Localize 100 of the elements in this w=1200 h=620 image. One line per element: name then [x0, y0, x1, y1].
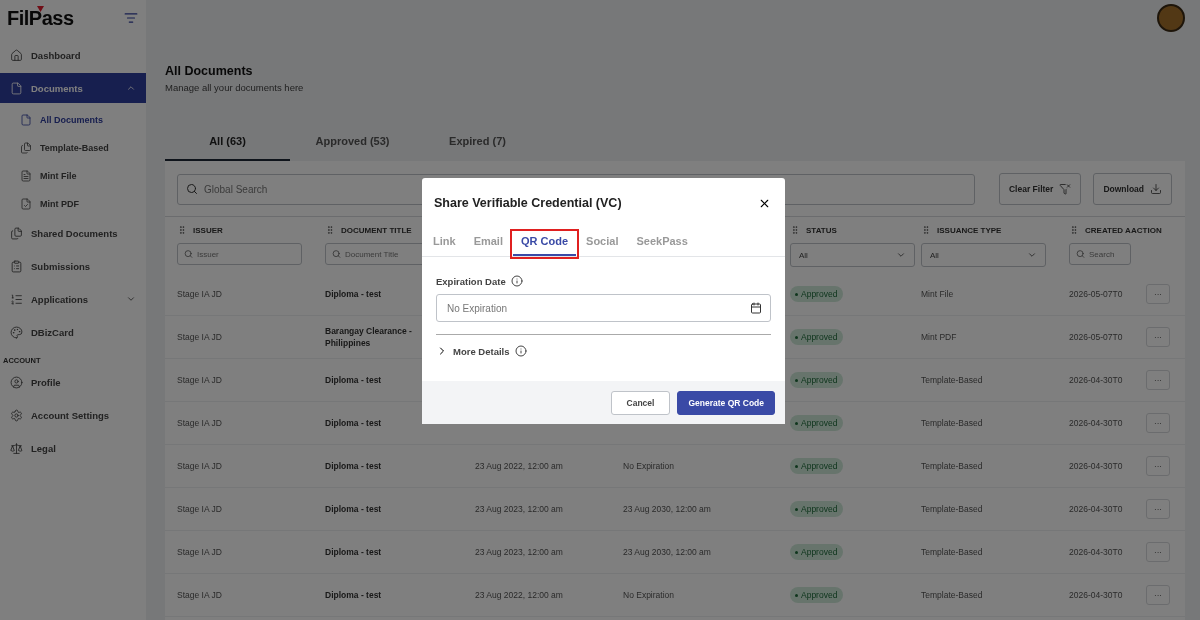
more-button[interactable]: ··· — [1146, 499, 1170, 519]
column-header: CREATED A — [1085, 225, 1131, 235]
filter-dropdown[interactable]: All — [921, 243, 1046, 267]
table-cell-text: 23 Aug 2030, 12:00 am — [623, 545, 712, 559]
table-cell-text: 2026-04-30T0 — [1069, 502, 1124, 516]
table-cell-text: 23 Aug 2022, 12:00 am — [475, 459, 564, 473]
nav-item[interactable]: Applications — [0, 284, 146, 314]
column-header: ACTION — [1131, 225, 1162, 235]
column-header: ISSUANCE TYPE — [937, 225, 1002, 235]
text-document-icon — [20, 170, 32, 182]
submenu-item[interactable]: Mint File — [0, 162, 146, 190]
dialog-title: Share Verifiable Credential (VC) — [434, 196, 622, 210]
more-button[interactable]: ··· — [1146, 456, 1170, 476]
info-icon[interactable] — [510, 275, 523, 287]
table-cell-text: Diploma - test — [325, 416, 383, 430]
table-cell-text: Diploma - test — [325, 373, 383, 387]
status-badge: Approved — [790, 544, 844, 560]
table-cell-text: 2026-04-30T0 — [1069, 588, 1124, 602]
table-cell-text: Stage IA JD — [177, 588, 223, 602]
chevron-down-icon — [896, 250, 906, 260]
filter-dropdown[interactable]: All — [790, 243, 915, 267]
list-icon — [10, 259, 23, 273]
home-icon — [10, 48, 23, 62]
page-title: All Documents — [165, 64, 254, 78]
nav-item[interactable]: DBizCard — [0, 317, 146, 347]
table-cell-text: Template-Based — [921, 545, 984, 559]
table-cell-text: Diploma - test — [325, 588, 383, 602]
table-cell-text: 23 Aug 2023, 12:00 am — [475, 502, 564, 516]
table-cell-text: Template-Based — [921, 373, 984, 387]
table-cell-text: 2026-04-30T0 — [1069, 545, 1124, 559]
document-icon — [20, 114, 32, 126]
table-cell-text: No Expiration — [623, 459, 676, 473]
table-cell-text: Template-Based — [921, 502, 984, 516]
cancel-button[interactable]: Cancel — [610, 391, 671, 415]
table-cell-text: Barangay Clearance - Philippines — [325, 324, 413, 350]
nav-item[interactable]: Profile — [0, 367, 146, 397]
more-details-toggle[interactable]: More Details — [453, 345, 510, 357]
search-icon — [184, 249, 193, 259]
nav-item[interactable]: Account Settings — [0, 400, 146, 430]
palette-icon — [10, 325, 23, 339]
table-cell-text: 2026-05-07T0 — [1069, 287, 1124, 301]
field-label: Expiration Date — [436, 275, 506, 287]
submenu-item[interactable]: Mint PDF — [0, 190, 146, 218]
avatar[interactable] — [1157, 4, 1185, 32]
documents-icon — [20, 142, 32, 154]
more-button[interactable]: ··· — [1146, 413, 1170, 433]
date-field[interactable]: No Expiration — [436, 294, 771, 322]
table-cell-text: 2026-04-30T0 — [1069, 416, 1124, 430]
generate-button[interactable]: Generate QR Code — [677, 391, 775, 415]
status-badge: Approved — [790, 587, 844, 603]
table-cell-text: Mint PDF — [921, 330, 958, 344]
search-icon — [332, 249, 341, 259]
user-icon — [10, 375, 23, 389]
download-icon — [1150, 183, 1162, 195]
table-cell-text: Diploma - test — [325, 545, 383, 559]
table-cell-text: 23 Aug 2022, 12:00 am — [475, 588, 564, 602]
menu-icon[interactable] — [124, 11, 138, 25]
clear-filter-button[interactable]: Clear Filter — [999, 173, 1082, 205]
info-icon[interactable] — [514, 345, 527, 357]
table-cell-text: Stage IA JD — [177, 545, 223, 559]
more-button[interactable]: ··· — [1146, 542, 1170, 562]
status-badge: Approved — [790, 458, 844, 474]
tab[interactable]: Expired (7) — [415, 123, 540, 161]
submenu-item[interactable]: All Documents — [0, 106, 146, 134]
nav-item[interactable]: Submissions — [0, 251, 146, 281]
table-cell-text: 2026-05-07T0 — [1069, 330, 1124, 344]
table-cell-text: Stage IA JD — [177, 330, 223, 344]
search-icon — [1076, 249, 1085, 259]
nav-item[interactable]: Documents — [0, 73, 146, 103]
page-subtitle: Manage all your documents here — [165, 82, 305, 93]
calendar-icon — [750, 302, 762, 314]
logo-mark-icon — [37, 5, 44, 12]
nav-item[interactable]: Legal — [0, 433, 146, 463]
chevron-down-icon — [1027, 250, 1037, 260]
tab[interactable]: SeekPass — [628, 232, 696, 256]
download-button[interactable]: Download — [1093, 173, 1172, 205]
more-button[interactable]: ··· — [1146, 327, 1170, 347]
nav-item[interactable]: Dashboard — [0, 40, 146, 70]
tab[interactable]: Email — [465, 232, 511, 256]
documents-icon — [10, 226, 23, 240]
more-button[interactable]: ··· — [1146, 370, 1170, 390]
table-cell-text: 2026-04-30T0 — [1069, 459, 1124, 473]
more-button[interactable]: ··· — [1146, 585, 1170, 605]
nav-item[interactable]: Shared Documents — [0, 218, 146, 248]
column-header: ISSUER — [193, 225, 223, 235]
tab[interactable]: Social — [578, 232, 627, 256]
filter-clear-icon — [1059, 183, 1072, 195]
scale-icon — [10, 441, 23, 455]
status-badge: Approved — [790, 415, 844, 431]
more-button[interactable]: ··· — [1146, 284, 1170, 304]
document-check-icon — [20, 198, 32, 210]
table-cell-text: 23 Aug 2023, 12:00 am — [475, 545, 564, 559]
submenu-item[interactable]: Template-Based — [0, 134, 146, 162]
table-cell-text: Stage IA JD — [177, 416, 223, 430]
tab[interactable]: QR Code — [513, 232, 577, 256]
table-cell-text: Stage IA JD — [177, 502, 223, 516]
tab[interactable]: Approved (53) — [290, 123, 415, 161]
table-cell-text: Stage IA JD — [177, 459, 223, 473]
table-cell-text: Template-Based — [921, 416, 984, 430]
table-cell-text: 23 Aug 2030, 12:00 am — [623, 502, 712, 516]
